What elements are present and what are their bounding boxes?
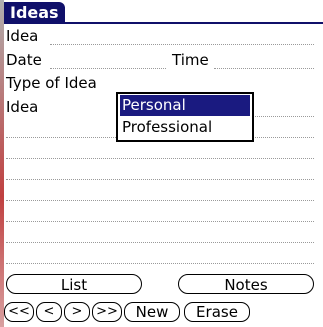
type-of-idea-popup-list: Personal Professional	[116, 92, 254, 142]
title-underline	[4, 22, 323, 24]
date-field[interactable]	[50, 68, 166, 69]
time-label: Time	[172, 51, 209, 69]
list-button[interactable]: List	[6, 274, 142, 294]
last-record-button[interactable]: >>	[92, 302, 122, 322]
idea-description-label: Idea	[6, 98, 39, 116]
popup-option-personal[interactable]: Personal	[120, 95, 250, 116]
date-label: Date	[6, 51, 42, 69]
app-title[interactable]: Ideas	[4, 2, 65, 24]
next-record-button[interactable]: >	[64, 302, 90, 322]
erase-button[interactable]: Erase	[184, 302, 250, 322]
idea-label: Idea	[6, 27, 39, 45]
note-line[interactable]	[6, 221, 314, 222]
screen-edge-strip	[0, 0, 4, 327]
time-field[interactable]	[214, 68, 314, 69]
previous-record-button[interactable]: <	[36, 302, 62, 322]
note-line[interactable]	[6, 263, 314, 264]
note-line[interactable]	[6, 200, 314, 201]
title-bar: Ideas	[4, 2, 323, 24]
type-of-idea-label: Type of Idea	[6, 74, 97, 92]
notes-button[interactable]: Notes	[178, 274, 314, 294]
note-line[interactable]	[6, 179, 314, 180]
idea-field[interactable]	[50, 44, 314, 45]
palm-screen: Ideas Idea Date Time Type of Idea Idea P…	[0, 0, 323, 327]
idea-description-field[interactable]	[252, 116, 314, 117]
first-record-button[interactable]: <<	[4, 302, 34, 322]
popup-option-professional[interactable]: Professional	[120, 117, 250, 138]
note-line[interactable]	[6, 158, 314, 159]
new-button[interactable]: New	[124, 302, 180, 322]
note-line[interactable]	[6, 242, 314, 243]
